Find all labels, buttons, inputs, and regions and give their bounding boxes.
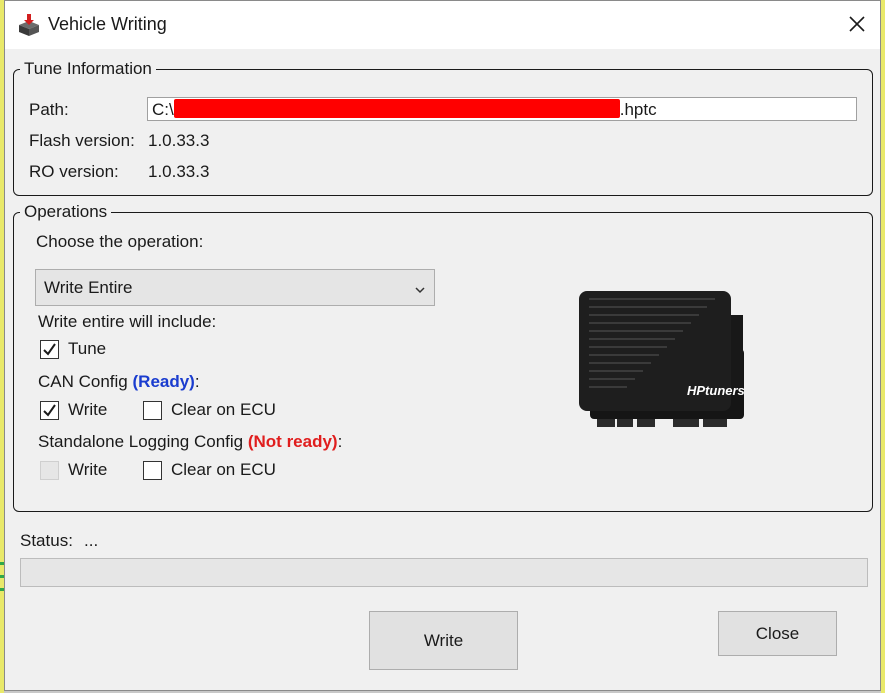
can-write-label: Write <box>68 400 108 419</box>
status-label: Status: <box>20 531 73 550</box>
vehicle-writing-dialog: Vehicle Writing Tune Information Path: C… <box>4 0 881 691</box>
title-bar[interactable]: Vehicle Writing <box>5 1 880 49</box>
standalone-status: (Not ready) <box>247 432 338 451</box>
redaction-bar <box>173 99 620 118</box>
background-right-strip <box>881 0 885 693</box>
tune-information-legend: Tune Information <box>24 59 152 78</box>
path-field[interactable]: C:\ .hptc <box>147 97 857 121</box>
can-write-checkbox[interactable] <box>40 401 59 420</box>
can-clear-checkbox[interactable] <box>143 401 162 420</box>
standalone-clear-checkbox[interactable] <box>143 461 162 480</box>
choose-operation-label: Choose the operation: <box>36 232 204 251</box>
can-clear-label: Clear on ECU <box>171 400 276 419</box>
operations-legend: Operations <box>24 202 108 221</box>
can-config-suffix: : <box>194 372 200 391</box>
operation-select-value: Write Entire <box>44 278 133 297</box>
close-button[interactable]: Close <box>718 611 837 656</box>
app-box-icon <box>17 13 41 37</box>
operation-select[interactable]: Write Entire <box>35 269 435 306</box>
progress-bar <box>20 558 868 587</box>
standalone-write-checkbox <box>40 461 59 480</box>
tune-checkbox-label: Tune <box>68 339 107 358</box>
standalone-logging-heading: Standalone Logging Config (Not ready): <box>38 432 342 452</box>
device-logo-text: HPtuners <box>687 383 745 398</box>
status-value: ... <box>84 531 99 550</box>
can-config-heading: CAN Config (Ready): <box>38 372 200 392</box>
ro-version-value: 1.0.33.3 <box>148 162 210 181</box>
path-prefix: C:\ <box>152 100 174 119</box>
dialog-content: Tune Information Path: C:\ .hptc Flash ve… <box>5 49 880 690</box>
flash-version-label: Flash version: <box>29 131 135 150</box>
write-button[interactable]: Write <box>369 611 518 670</box>
standalone-label: Standalone Logging Config <box>38 432 244 451</box>
window-title: Vehicle Writing <box>48 14 167 34</box>
ro-version-label: RO version: <box>29 162 119 181</box>
tune-information-group: Tune Information Path: C:\ .hptc Flash ve… <box>13 59 873 196</box>
standalone-write-label: Write <box>68 460 108 479</box>
hp-tuners-device-image: HPtuners <box>575 287 747 444</box>
path-label: Path: <box>29 100 69 119</box>
path-suffix: .hptc <box>619 100 657 119</box>
tune-checkbox[interactable] <box>40 340 59 359</box>
standalone-clear-label: Clear on ECU <box>171 460 276 479</box>
can-config-label: CAN Config <box>38 372 128 391</box>
close-icon[interactable] <box>842 9 872 39</box>
standalone-suffix: : <box>337 432 343 451</box>
flash-version-value: 1.0.33.3 <box>148 131 210 150</box>
can-config-status: (Ready) <box>132 372 195 391</box>
chevron-down-icon <box>414 280 426 300</box>
write-entire-include-label: Write entire will include: <box>38 312 217 331</box>
